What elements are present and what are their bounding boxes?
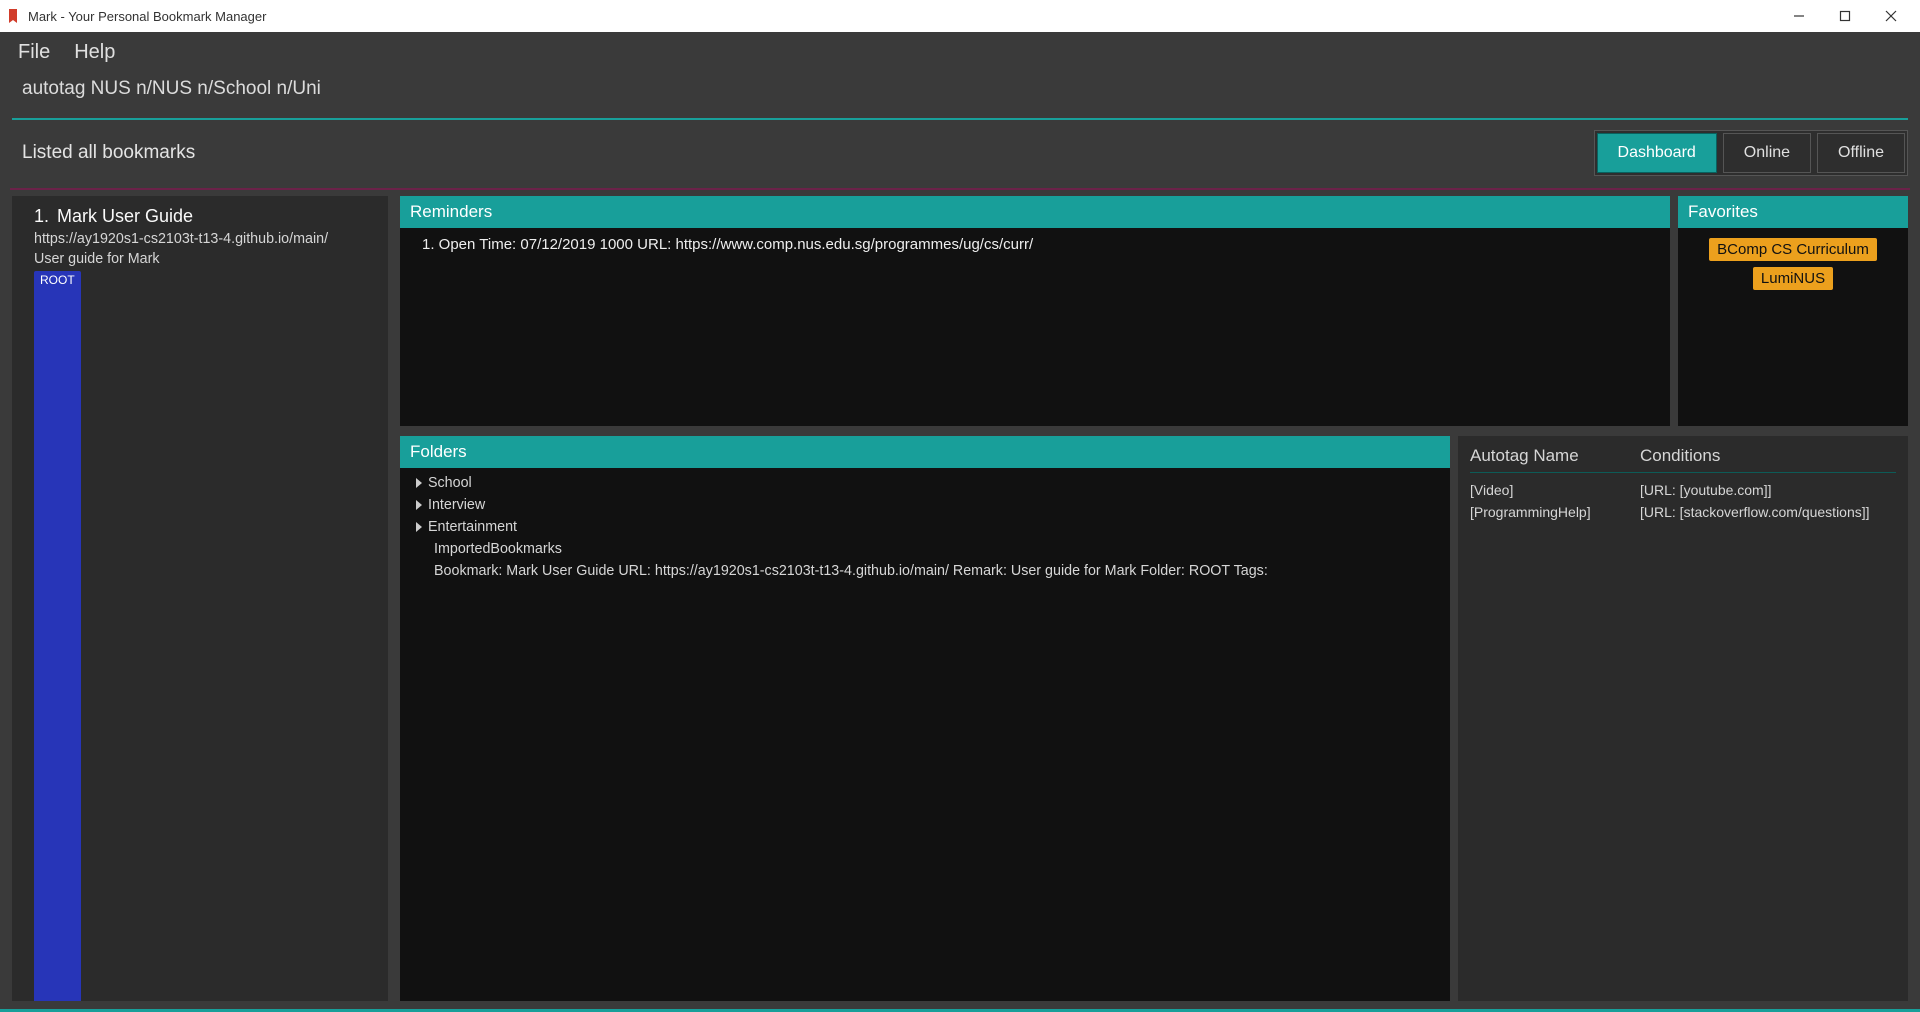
autotag-name: [Video]: [1470, 482, 1640, 498]
menu-help[interactable]: Help: [64, 37, 125, 68]
tab-online[interactable]: Online: [1723, 133, 1811, 173]
favorites-panel: Favorites BComp CS Curriculum LumiNUS: [1678, 196, 1908, 426]
autotag-row[interactable]: [ProgrammingHelp][URL: [stackoverflow.co…: [1470, 501, 1896, 523]
folder-label: Entertainment: [428, 519, 517, 535]
bookmark-title: 1.Mark User Guide: [34, 204, 388, 228]
autotag-list[interactable]: [Video][URL: [youtube.com]][ProgrammingH…: [1470, 479, 1896, 991]
status-message: Listed all bookmarks: [12, 136, 1584, 170]
minimize-button[interactable]: [1776, 0, 1822, 32]
favorite-chip[interactable]: LumiNUS: [1753, 267, 1833, 290]
folder-label: School: [428, 475, 472, 491]
autotag-panel: Autotag Name Conditions [Video][URL: [yo…: [1458, 436, 1908, 1001]
menu-file[interactable]: File: [8, 37, 60, 68]
reminders-body[interactable]: 1. Open Time: 07/12/2019 1000 URL: https…: [400, 228, 1670, 426]
menubar: File Help: [0, 32, 1920, 72]
folder-label: Interview: [428, 497, 485, 513]
view-tabs: Dashboard Online Offline: [1594, 130, 1908, 176]
folder-leaf[interactable]: ImportedBookmarks: [416, 538, 1434, 560]
autotag-name-header: Autotag Name: [1470, 446, 1640, 466]
reminders-panel: Reminders 1. Open Time: 07/12/2019 1000 …: [400, 196, 1670, 426]
caret-right-icon: [416, 500, 422, 510]
tab-dashboard[interactable]: Dashboard: [1597, 133, 1717, 173]
favorites-header: Favorites: [1678, 196, 1908, 228]
close-button[interactable]: [1868, 0, 1914, 32]
favorites-body[interactable]: BComp CS Curriculum LumiNUS: [1678, 228, 1908, 426]
bookmark-item[interactable]: 1.Mark User Guide https://ay1920s1-cs2103…: [34, 204, 388, 1001]
command-input[interactable]: [12, 72, 1908, 106]
favorite-chip[interactable]: BComp CS Curriculum: [1709, 238, 1877, 261]
caret-right-icon: [416, 478, 422, 488]
reminder-item[interactable]: 1. Open Time: 07/12/2019 1000 URL: https…: [422, 236, 1648, 253]
folder-node[interactable]: Interview: [416, 494, 1434, 516]
autotag-cond-header: Conditions: [1640, 446, 1896, 466]
bookmark-url: https://ay1920s1-cs2103t-t13-4.github.io…: [34, 230, 388, 249]
tab-offline[interactable]: Offline: [1817, 133, 1905, 173]
window-titlebar: Mark - Your Personal Bookmark Manager: [0, 0, 1920, 32]
folder-node[interactable]: Entertainment: [416, 516, 1434, 538]
reminders-header: Reminders: [400, 196, 1670, 228]
autotag-name: [ProgrammingHelp]: [1470, 504, 1640, 520]
autotag-row[interactable]: [Video][URL: [youtube.com]]: [1470, 479, 1896, 501]
folder-leaf[interactable]: Bookmark: Mark User Guide URL: https://a…: [416, 560, 1434, 582]
window-title: Mark - Your Personal Bookmark Manager: [28, 9, 1776, 24]
caret-right-icon: [416, 522, 422, 532]
tag-badge: ROOT: [34, 271, 81, 1001]
app-icon: [6, 8, 22, 24]
status-divider: [10, 188, 1910, 190]
folders-header: Folders: [400, 436, 1450, 468]
folders-tree[interactable]: School Interview Entertainment ImportedBook…: [400, 468, 1450, 1001]
autotag-condition: [URL: [youtube.com]]: [1640, 482, 1896, 498]
autotag-condition: [URL: [stackoverflow.com/questions]]: [1640, 504, 1896, 520]
bookmark-list[interactable]: 1.Mark User Guide https://ay1920s1-cs2103…: [12, 196, 388, 1001]
folder-node[interactable]: School: [416, 472, 1434, 494]
bookmark-desc: User guide for Mark: [34, 250, 388, 269]
folders-panel: Folders School Interview Entertainment Impo…: [400, 436, 1450, 1001]
maximize-button[interactable]: [1822, 0, 1868, 32]
